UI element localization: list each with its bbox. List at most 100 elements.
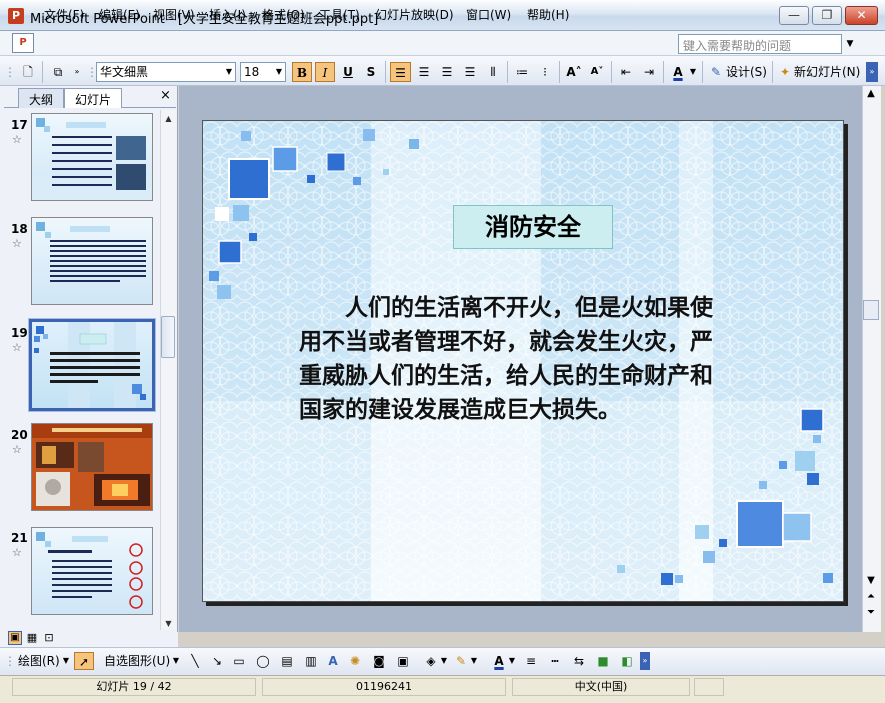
help-search-input[interactable]: 键入需要帮助的问题 (678, 34, 842, 54)
chevron-down-icon[interactable]: ▼ (222, 62, 236, 82)
underline-button[interactable]: U (338, 62, 358, 82)
3d-style-icon[interactable]: ◧ (618, 652, 636, 670)
close-icon[interactable]: × (160, 88, 171, 103)
document-icon[interactable]: P (12, 33, 34, 53)
increase-font-icon[interactable]: A˄ (564, 62, 584, 82)
slide-sorter-icon[interactable]: ▦ (25, 631, 39, 645)
slide-body-text[interactable]: 人们的生活离不开火，但是火如果使用不当或者管理不好，就会发生火灾，严重威胁人们的… (299, 291, 731, 427)
bullets-icon[interactable]: ⁝ (535, 62, 555, 82)
diagram-icon[interactable]: ✺ (346, 652, 364, 670)
minimize-button[interactable]: — (779, 6, 809, 25)
line-color-icon[interactable]: ✎ (452, 652, 470, 670)
chevron-down-icon[interactable]: ▼ (508, 652, 516, 670)
restore-button[interactable]: ❐ (812, 6, 842, 25)
line-style-icon[interactable]: ≡ (522, 652, 540, 670)
scrollbar-thumb[interactable] (161, 316, 175, 358)
thumbnail-scrollbar[interactable] (160, 110, 176, 630)
autoshapes-button[interactable]: 自选图形(U) (104, 652, 174, 670)
scroll-up-icon[interactable]: ▲ (161, 111, 176, 126)
toolbar-grip-icon[interactable]: ⋮ (86, 62, 98, 82)
arrow-style-icon[interactable]: ⇆ (570, 652, 588, 670)
increase-indent-icon[interactable]: ⇥ (639, 62, 659, 82)
tab-outline[interactable]: 大纲 (18, 88, 65, 108)
toolbar-overflow-icon[interactable]: » (72, 62, 82, 82)
toolbar-grip-icon[interactable]: ⋮ (4, 62, 16, 82)
chevron-down-icon[interactable]: ▼ (470, 652, 478, 670)
menu-edit[interactable]: 编辑(E) (99, 6, 140, 23)
next-slide-icon[interactable]: ⏷ (863, 606, 879, 620)
font-color-icon[interactable]: A (668, 62, 688, 82)
slide-thumbnail-19[interactable] (28, 318, 156, 412)
star-icon: ☆ (12, 237, 22, 250)
design-button[interactable]: 设计(S) (726, 62, 770, 82)
toolbar-overflow-icon[interactable]: » (866, 62, 878, 82)
draw-menu-button[interactable]: 绘图(R) (18, 652, 64, 670)
thumbnail-preview (32, 118, 152, 200)
menu-file[interactable]: 文件(F) (44, 6, 84, 23)
normal-view-icon[interactable]: ▣ (8, 631, 22, 645)
tab-slides[interactable]: 幻灯片 (64, 88, 123, 108)
menu-view[interactable]: 视图(V) (153, 6, 195, 23)
slide-thumbnail-17[interactable] (31, 113, 153, 201)
menu-insert[interactable]: 插入(I) (209, 6, 246, 23)
copy-icon[interactable]: ⧉ (48, 62, 68, 82)
chevron-down-icon[interactable]: ▼ (440, 652, 448, 670)
previous-slide-icon[interactable]: ⏶ (863, 590, 879, 604)
toolbar-overflow-icon[interactable]: » (640, 652, 650, 670)
slide-scrollbar[interactable] (862, 86, 881, 632)
clipart-icon[interactable]: ◙ (370, 652, 388, 670)
rectangle-icon[interactable]: ▭ (230, 652, 248, 670)
slide-thumbnail-20[interactable] (31, 423, 153, 511)
scroll-up-icon[interactable]: ▲ (863, 87, 879, 101)
chevron-down-icon[interactable]: ▼ (272, 62, 286, 82)
decrease-font-icon[interactable]: A˅ (587, 62, 607, 82)
vertical-textbox-icon[interactable]: ▥ (302, 652, 320, 670)
slide-thumbnail-21[interactable] (31, 527, 153, 615)
new-slide-button[interactable]: 新幻灯片(N) (794, 62, 862, 82)
font-name-select[interactable]: 华文细黑 (96, 62, 236, 82)
menu-tools[interactable]: 工具(T) (319, 6, 360, 23)
scroll-down-icon[interactable]: ▼ (863, 574, 879, 588)
select-pointer-icon[interactable]: ➚ (74, 652, 94, 670)
numbering-icon[interactable]: ≔ (512, 62, 532, 82)
decrease-indent-icon[interactable]: ⇤ (616, 62, 636, 82)
menu-format[interactable]: 格式(O) (262, 6, 305, 23)
distribute-icon[interactable]: ⦀ (483, 62, 503, 82)
menu-slideshow[interactable]: 幻灯片放映(D) (375, 6, 454, 23)
align-center-icon[interactable]: ☰ (414, 62, 434, 82)
line-icon[interactable]: ╲ (186, 652, 204, 670)
justify-icon[interactable]: ☰ (460, 62, 480, 82)
dash-style-icon[interactable]: ┅ (546, 652, 564, 670)
current-slide[interactable]: 消防安全 人们的生活离不开火，但是火如果使用不当或者管理不好，就会发生火灾，严重… (202, 120, 844, 602)
chevron-down-icon[interactable]: ▼ (688, 62, 698, 82)
menu-window[interactable]: 窗口(W) (466, 6, 511, 23)
close-button[interactable]: ✕ (845, 6, 878, 25)
star-icon: ☆ (12, 443, 22, 456)
arrow-icon[interactable]: ↘ (208, 652, 226, 670)
chevron-down-icon[interactable]: ▼ (62, 652, 70, 670)
chevron-down-icon[interactable]: ▼ (172, 652, 180, 670)
align-right-icon[interactable]: ☰ (437, 62, 457, 82)
toolbar-separator (507, 61, 508, 83)
align-left-icon[interactable]: ☰ (390, 62, 411, 82)
slide-thumbnail-18[interactable] (31, 217, 153, 305)
oval-icon[interactable]: ◯ (254, 652, 272, 670)
fill-color-icon[interactable]: ◈ (422, 652, 440, 670)
picture-icon[interactable]: ▣ (394, 652, 412, 670)
shadow-style-icon[interactable]: ■ (594, 652, 612, 670)
scrollbar-thumb[interactable] (863, 300, 879, 320)
shadow-button[interactable]: S (361, 62, 381, 82)
wordart-icon[interactable]: A (324, 652, 342, 670)
chevron-down-icon[interactable]: ▼ (842, 34, 858, 54)
menu-help[interactable]: 帮助(H) (527, 6, 569, 23)
bold-button[interactable]: B (292, 62, 312, 82)
font-color-icon[interactable]: A (490, 652, 508, 670)
slide-number: 21 (11, 531, 28, 545)
slideshow-icon[interactable]: ⊡ (42, 631, 56, 645)
scroll-down-icon[interactable]: ▼ (161, 616, 176, 631)
italic-button[interactable]: I (315, 62, 335, 82)
slide-title[interactable]: 消防安全 (453, 205, 613, 249)
textbox-icon[interactable]: ▤ (278, 652, 296, 670)
new-document-icon[interactable]: 🗋 (18, 62, 38, 82)
toolbar-grip-icon[interactable]: ⋮ (4, 652, 16, 670)
